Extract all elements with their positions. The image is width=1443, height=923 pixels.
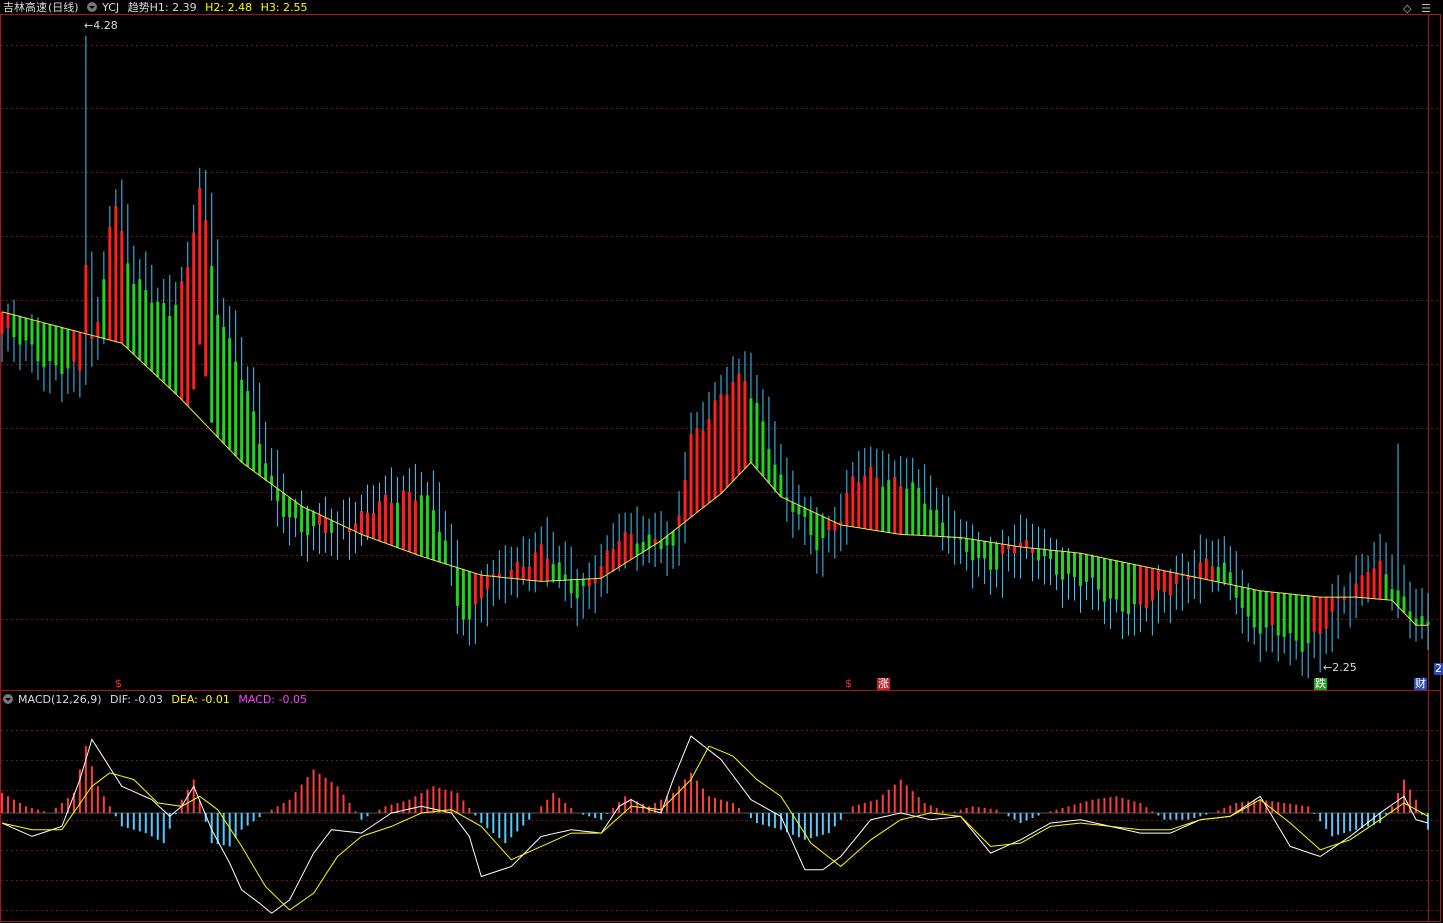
event-marker-down[interactable]: 跌 bbox=[1314, 678, 1327, 690]
high-arrow-icon: ← bbox=[84, 19, 94, 32]
macd-header: MACD(12,26,9) DIF: -0.03 DEA: -0.01 MACD… bbox=[3, 693, 312, 707]
event-marker-up[interactable]: 涨 bbox=[877, 678, 890, 690]
price-candles bbox=[0, 35, 1430, 679]
high-price-value: 4.28 bbox=[93, 19, 118, 32]
edge-label: 2 bbox=[1434, 662, 1443, 675]
diamond-icon[interactable]: ◇ bbox=[1403, 2, 1411, 15]
event-marker-dollar-2[interactable]: $ bbox=[845, 678, 852, 690]
stock-name: 吉林高速 bbox=[3, 1, 47, 14]
chart-header: 吉林高速(日线) YCJ 趋势H1: 2.39 H2: 2.48 H3: 2.5… bbox=[3, 1, 313, 15]
macd-lines bbox=[1, 735, 1429, 914]
low-arrow-icon: ← bbox=[1323, 661, 1333, 674]
menu-icon[interactable]: ☰ bbox=[1421, 2, 1431, 15]
macd-histogram bbox=[1, 746, 1429, 847]
indicator-dropdown-icon[interactable] bbox=[87, 2, 98, 12]
high-price-label: ←4.28 bbox=[84, 20, 118, 32]
macd-dea: DEA: -0.01 bbox=[171, 693, 230, 706]
low-price-label: ←2.25 bbox=[1323, 662, 1357, 674]
macd-name[interactable]: MACD(12,26,9) bbox=[18, 693, 102, 706]
macd-dropdown-icon[interactable] bbox=[3, 694, 13, 704]
trend-h2: H2: 2.48 bbox=[205, 1, 253, 14]
low-price-value: 2.25 bbox=[1332, 661, 1357, 674]
period-label: (日线) bbox=[48, 1, 79, 14]
indicator-name[interactable]: YCJ bbox=[102, 1, 119, 14]
dea-line bbox=[1, 745, 1429, 911]
event-marker-finance[interactable]: 财 bbox=[1414, 678, 1427, 690]
macd-value: MACD: -0.05 bbox=[238, 693, 307, 706]
trend-h1: 趋势H1: 2.39 bbox=[127, 1, 197, 14]
event-marker-dollar-1[interactable]: $ bbox=[115, 678, 122, 690]
macd-dif: DIF: -0.03 bbox=[110, 693, 163, 706]
trend-h3: H3: 2.55 bbox=[260, 1, 308, 14]
kline-chart bbox=[0, 14, 1441, 922]
dif-line bbox=[1, 735, 1429, 914]
